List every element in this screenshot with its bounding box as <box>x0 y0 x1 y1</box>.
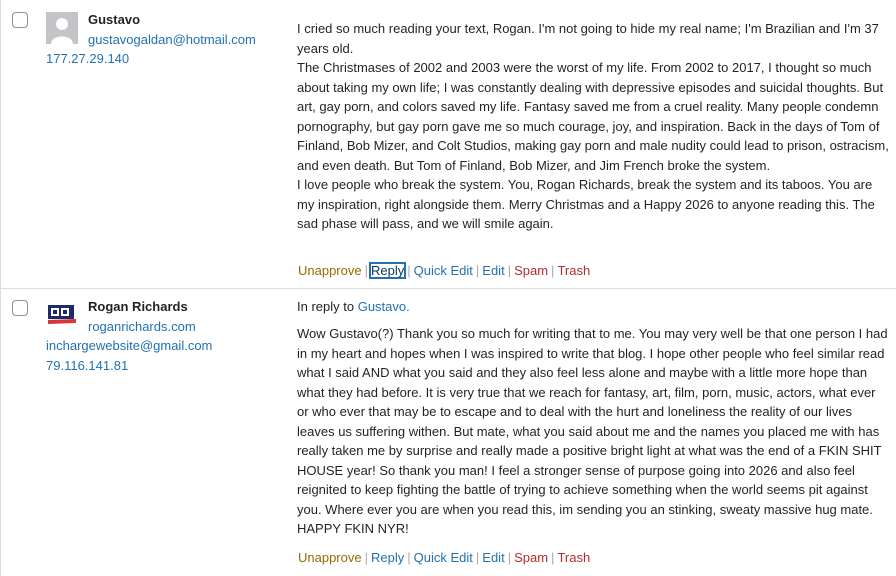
select-comment-checkbox[interactable] <box>12 300 28 316</box>
edit-link[interactable]: Edit <box>481 263 505 278</box>
author-email-link[interactable]: inchargewebsite@gmail.com <box>46 338 212 353</box>
comment-paragraph: I cried so much reading your text, Rogan… <box>297 21 879 56</box>
in-reply-to: In reply to Gustavo. <box>297 299 410 314</box>
comment-paragraph: Wow Gustavo(?) Thank you so much for wri… <box>297 326 888 536</box>
author-name: Rogan Richards <box>88 299 188 314</box>
spam-link[interactable]: Spam <box>513 550 549 565</box>
separator: | <box>551 263 555 278</box>
separator: | <box>475 550 480 565</box>
comment-paragraph: I love people who break the system. You,… <box>297 177 875 231</box>
comment-row: Rogan Richards roganrichards.com incharg… <box>0 289 896 576</box>
quick-edit-link[interactable]: Quick Edit <box>413 263 474 278</box>
separator: | <box>507 263 512 278</box>
reply-link[interactable]: Reply <box>370 550 405 565</box>
in-reply-to-link[interactable]: Gustavo. <box>358 299 410 314</box>
comment-paragraph: The Christmases of 2002 and 2003 were th… <box>297 60 889 173</box>
separator: | <box>407 263 411 278</box>
edit-link[interactable]: Edit <box>481 550 505 565</box>
unapprove-link[interactable]: Unapprove <box>297 550 363 565</box>
unapprove-link[interactable]: Unapprove <box>297 263 363 278</box>
quick-edit-link[interactable]: Quick Edit <box>413 550 474 565</box>
rr-logo-avatar <box>46 299 78 331</box>
row-actions: Unapprove | Reply | Quick Edit | Edit | Spam | Tra… <box>297 262 591 279</box>
default-avatar-icon <box>46 12 78 44</box>
spam-link[interactable]: Spam <box>513 263 549 278</box>
trash-link[interactable]: Trash <box>556 550 591 565</box>
reply-link[interactable]: Reply <box>368 262 407 279</box>
separator: | <box>364 550 368 565</box>
separator: | <box>507 550 512 565</box>
in-reply-prefix: In reply to <box>297 299 355 314</box>
author-ip-link[interactable]: 177.27.29.140 <box>46 51 129 66</box>
comment-row: Gustavo gustavogaldan@hotmail.com 177.27… <box>0 0 896 289</box>
trash-link[interactable]: Trash <box>556 263 591 278</box>
separator: | <box>475 263 480 278</box>
comment-body: Wow Gustavo(?) Thank you so much for wri… <box>297 324 889 539</box>
separator: | <box>407 550 411 565</box>
row-actions: Unapprove | Reply | Quick Edit | Edit | Spam | Tra… <box>297 550 591 565</box>
author-website-link[interactable]: roganrichards.com <box>88 319 196 334</box>
comment-body: I cried so much reading your text, Rogan… <box>297 19 889 234</box>
separator: | <box>551 550 555 565</box>
author-email-link[interactable]: gustavogaldan@hotmail.com <box>88 32 256 47</box>
separator: | <box>364 263 368 278</box>
author-ip-link[interactable]: 79.116.141.81 <box>46 358 128 373</box>
author-name: Gustavo <box>88 12 141 27</box>
select-comment-checkbox[interactable] <box>12 12 28 28</box>
